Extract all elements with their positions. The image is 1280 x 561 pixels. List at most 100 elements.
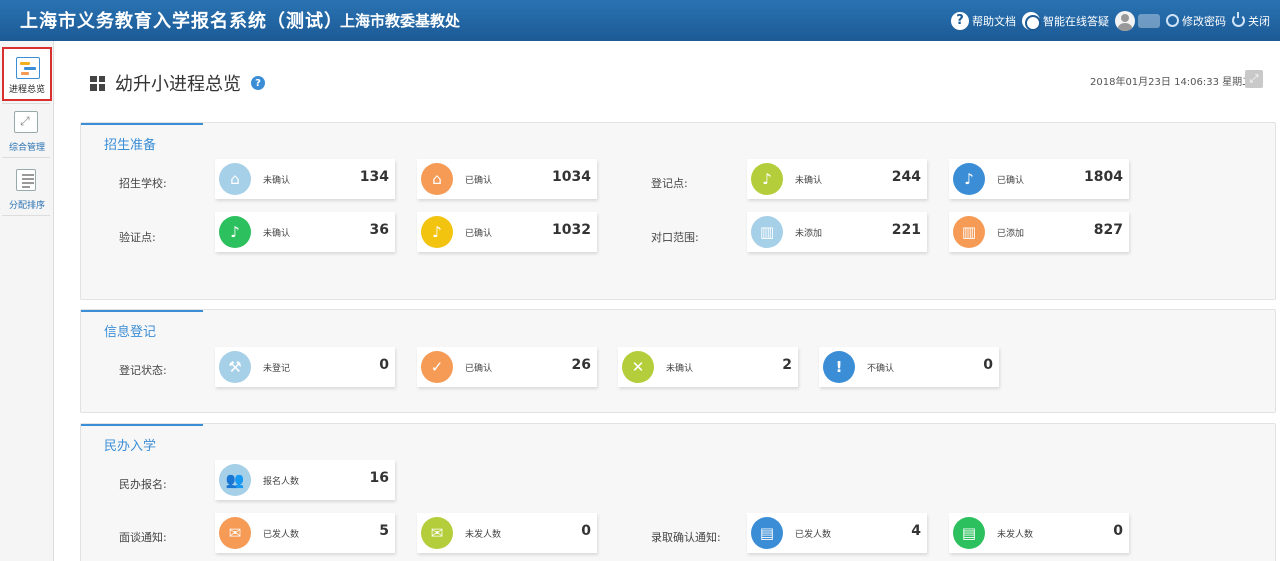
stat-label: 未登记 — [263, 364, 291, 374]
stat-card-schools-confirmed[interactable]: ⌂ 已确认 1034 — [417, 159, 597, 199]
stat-card-signup-count[interactable]: 👥 报名人数 16 — [215, 460, 395, 500]
stat-label: 未发人数 — [465, 530, 502, 540]
stat-label: 未确认 — [795, 176, 823, 186]
question-icon: ? — [951, 11, 969, 30]
stat-label: 已添加 — [997, 229, 1025, 239]
stat-card-schools-unconfirmed[interactable]: ⌂ 未确认 134 — [215, 159, 395, 199]
stat-label: 已确认 — [997, 176, 1025, 186]
panel-private-enrollment: 民办入学 民办报名: 面谈通知: 录取确认通知: 👥 报名人数 16 ✉ 已发人… — [80, 423, 1276, 561]
home-icon: ⌂ — [421, 163, 453, 195]
top-actions: ? 帮助文档 智能在线答疑 修改密码 关闭 — [951, 0, 1270, 41]
edit-icon — [1166, 14, 1179, 27]
stat-value: 26 — [571, 357, 591, 373]
stat-value: 16 — [369, 470, 389, 486]
stat-card-rejected[interactable]: ! 不确认 0 — [819, 347, 999, 387]
stat-card-verification-confirmed[interactable]: ♪ 已确认 1032 — [417, 212, 597, 252]
home-icon: ⌂ — [219, 163, 251, 195]
change-password-link[interactable]: 修改密码 — [1166, 13, 1226, 29]
check-icon: ✓ — [421, 351, 453, 383]
stat-card-interview-sent[interactable]: ✉ 已发人数 5 — [215, 513, 395, 553]
gantt-icon — [16, 57, 40, 79]
stat-label: 报名人数 — [263, 477, 300, 487]
org-name: 上海市教委基教处 — [340, 12, 461, 30]
help-icon[interactable]: ? — [251, 76, 265, 90]
sidebar: 进程总览 ⤢ 综合管理 分配排序 — [0, 41, 54, 561]
panel-title: 招生准备 — [104, 138, 157, 153]
stat-value: 2 — [782, 357, 792, 373]
stat-card-not-registered[interactable]: ⚒ 未登记 0 — [215, 347, 395, 387]
power-icon — [1232, 12, 1245, 27]
stat-label: 已发人数 — [263, 530, 300, 540]
bell-icon: ♪ — [953, 163, 985, 195]
stat-card-verification-unconfirmed[interactable]: ♪ 未确认 36 — [215, 212, 395, 252]
file-icon: ▤ — [751, 517, 783, 549]
stat-label: 已发人数 — [795, 530, 832, 540]
stat-card-unconfirmed[interactable]: ✕ 未确认 2 — [618, 347, 798, 387]
datetime: 2018年01月23日 14:06:33 星期二 — [1090, 77, 1253, 88]
stat-card-catchment-not-added[interactable]: ▥ 未添加 221 — [747, 212, 927, 252]
envelope-icon: ✉ — [421, 517, 453, 549]
envelope-icon: ✉ — [219, 517, 251, 549]
help-docs-label: 帮助文档 — [972, 14, 1016, 28]
stat-card-admission-unsent[interactable]: ▤ 未发人数 0 — [949, 513, 1129, 553]
stat-value: 1032 — [552, 222, 591, 238]
panel-header: 招生准备 — [81, 123, 1275, 153]
fullscreen-button[interactable]: ⤢ — [1245, 70, 1263, 88]
panel-header: 民办入学 — [81, 424, 1275, 454]
sidebar-item-management[interactable]: ⤢ 综合管理 — [2, 103, 52, 157]
stat-label: 未确认 — [263, 229, 291, 239]
stat-value: 134 — [359, 169, 389, 185]
stat-card-interview-unsent[interactable]: ✉ 未发人数 0 — [417, 513, 597, 553]
row-label-admission-confirm: 录取确认通知: — [651, 531, 721, 544]
stat-card-confirmed[interactable]: ✓ 已确认 26 — [417, 347, 597, 387]
stat-value: 221 — [891, 222, 921, 238]
panel-info-registration: 信息登记 登记状态: ⚒ 未登记 0 ✓ 已确认 26 ✕ 未确认 2 ! 不确… — [80, 309, 1276, 413]
sidebar-item-label: 综合管理 — [8, 143, 45, 153]
panel-recruit-prep: 招生准备 招生学校: 登记点: 验证点: 对口范围: ⌂ 未确认 134 ⌂ 已… — [80, 122, 1276, 300]
users-icon: 👥 — [219, 464, 251, 496]
panel-title: 民办入学 — [104, 439, 157, 454]
stat-value: 1034 — [552, 169, 591, 185]
stat-label: 未确认 — [666, 364, 694, 374]
stat-value: 0 — [581, 523, 591, 539]
smart-qa-link[interactable]: 智能在线答疑 — [1022, 11, 1109, 31]
user-name-redacted — [1138, 13, 1160, 28]
top-bar: 上海市义务教育入学报名系统（测试） 上海市教委基教处 ? 帮助文档 智能在线答疑… — [0, 0, 1280, 41]
row-label-private-signup: 民办报名: — [119, 478, 167, 491]
stat-label: 未确认 — [263, 176, 291, 186]
bell-icon: ♪ — [421, 216, 453, 248]
sidebar-item-label: 分配排序 — [8, 201, 45, 211]
stat-value: 244 — [891, 169, 921, 185]
row-label-interview-notice: 面谈通知: — [119, 531, 167, 544]
panel-header: 信息登记 — [81, 310, 1275, 340]
document-icon — [16, 169, 36, 191]
stat-value: 36 — [369, 222, 389, 238]
stat-label: 未发人数 — [997, 530, 1034, 540]
page-header: 幼升小进程总览 ? — [90, 70, 265, 96]
row-label-registration-status: 登记状态: — [119, 364, 167, 377]
stat-card-registration-confirmed[interactable]: ♪ 已确认 1804 — [949, 159, 1129, 199]
stat-value: 0 — [983, 357, 993, 373]
close-label: 关闭 — [1248, 14, 1270, 28]
file-icon: ▤ — [953, 517, 985, 549]
stat-value: 827 — [1093, 222, 1123, 238]
app-title: 上海市义务教育入学报名系统（测试） — [20, 11, 343, 32]
smart-qa-label: 智能在线答疑 — [1043, 14, 1109, 28]
stat-value: 5 — [379, 523, 389, 539]
stat-label: 已确认 — [465, 176, 493, 186]
help-docs-link[interactable]: ? 帮助文档 — [951, 11, 1016, 30]
row-label-verification-points: 验证点: — [119, 231, 156, 244]
bell-icon: ♪ — [751, 163, 783, 195]
sidebar-item-overview[interactable]: 进程总览 — [2, 47, 52, 101]
close-link[interactable]: 关闭 — [1232, 12, 1270, 29]
stat-label: 已确认 — [465, 364, 493, 374]
sidebar-item-allocation[interactable]: 分配排序 — [2, 161, 52, 215]
exclamation-icon: ! — [823, 351, 855, 383]
stat-card-registration-unconfirmed[interactable]: ♪ 未确认 244 — [747, 159, 927, 199]
bank-icon: ▥ — [953, 216, 985, 248]
user-menu[interactable] — [1115, 10, 1160, 31]
panel-title: 信息登记 — [104, 325, 157, 340]
stat-card-catchment-added[interactable]: ▥ 已添加 827 — [949, 212, 1129, 252]
grid-icon — [90, 75, 105, 91]
stat-card-admission-sent[interactable]: ▤ 已发人数 4 — [747, 513, 927, 553]
